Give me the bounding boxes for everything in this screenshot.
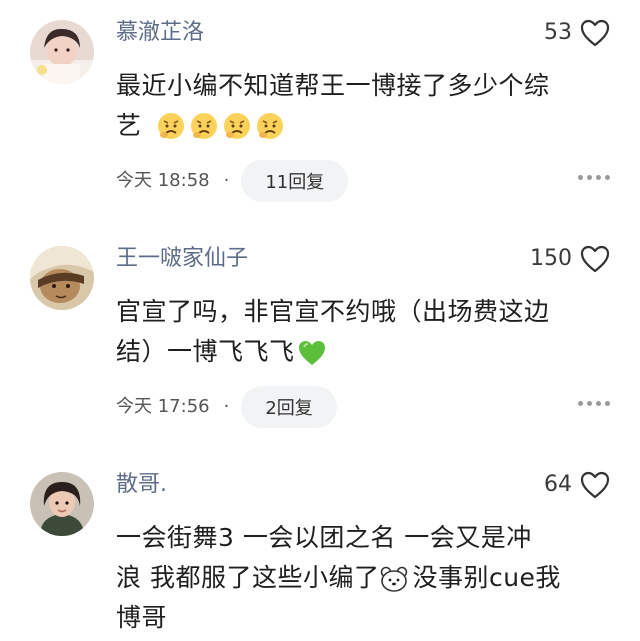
reply-button[interactable]: 2回复: [241, 386, 337, 428]
comment-meta: 今天 17:56 · 2回复: [116, 386, 337, 428]
comment-meta: 今天 18:58 · 11回复: [116, 160, 349, 202]
heart-icon: [580, 245, 610, 273]
worried-face-icon: [256, 113, 283, 139]
username[interactable]: 散哥.: [116, 470, 167, 500]
comment-text: 官宣了吗，非官宣不约哦（出场费这边 结）一博飞飞飞: [116, 292, 616, 372]
emoji-group: [156, 111, 288, 140]
worried-face-icon: [190, 113, 217, 139]
dot-icon: [596, 400, 601, 406]
timestamp: 今天 17:56: [116, 396, 210, 417]
green-heart-icon: [298, 341, 325, 365]
comment-text: 一会街舞3 一会以团之名 一会又是冲 浪 我都服了这些小编了 没事别cue我 博哥: [116, 518, 616, 638]
like-button[interactable]: 53: [544, 18, 610, 48]
dot-icon: [587, 174, 592, 180]
heart-icon: [580, 19, 610, 47]
comment-line: 一会街舞3 一会以团之名 一会又是冲: [116, 523, 532, 552]
comment-line: 最近小编不知道帮王一博接了多少个综: [116, 71, 550, 100]
more-options-button[interactable]: [578, 398, 610, 408]
like-button[interactable]: 64: [544, 470, 610, 500]
avatar[interactable]: [30, 472, 94, 536]
comment-item: 散哥. 64 一会街舞3 一会以团之名 一会又是冲 浪 我都服了这些小编了 没事别…: [0, 452, 640, 641]
avatar[interactable]: [30, 246, 94, 310]
reply-button[interactable]: 11回复: [241, 160, 349, 202]
heart-icon: [580, 471, 610, 499]
comment-text: 最近小编不知道帮王一博接了多少个综 艺: [116, 66, 616, 146]
bear-face-icon: [381, 566, 408, 592]
more-options-button[interactable]: [578, 172, 610, 182]
worried-face-icon: [157, 113, 184, 139]
like-button[interactable]: 150: [530, 244, 610, 274]
username[interactable]: 慕澈芷洛: [116, 18, 204, 48]
comment-line: 官宣了吗，非官宣不约哦（出场费这边: [116, 297, 550, 326]
avatar[interactable]: [30, 20, 94, 84]
comment-line: 博哥: [116, 603, 168, 632]
username[interactable]: 王一啵家仙子: [116, 244, 248, 274]
comment-line: 艺: [116, 111, 142, 140]
dot-icon: [605, 400, 610, 406]
worried-face-icon: [223, 113, 250, 139]
like-count: 150: [530, 246, 572, 271]
comment-item: 慕澈芷洛 53 最近小编不知道帮王一博接了多少个综 艺 今天 18:58 · 1…: [0, 0, 640, 220]
comment-line: 没事别cue我: [412, 563, 561, 592]
dot-icon: [605, 174, 610, 180]
dot-icon: [578, 174, 583, 180]
comment-line: 浪 我都服了这些小编了: [116, 563, 380, 592]
like-count: 64: [544, 472, 572, 497]
dot-icon: [587, 400, 592, 406]
comment-item: 王一啵家仙子 150 官宣了吗，非官宣不约哦（出场费这边 结）一博飞飞飞 今天 …: [0, 226, 640, 446]
dot-icon: [578, 400, 583, 406]
timestamp: 今天 18:58: [116, 170, 210, 191]
dot-icon: [596, 174, 601, 180]
like-count: 53: [544, 20, 572, 45]
comment-line: 结）一博飞飞飞: [116, 337, 295, 366]
separator-dot: ·: [223, 170, 230, 191]
separator-dot: ·: [223, 396, 230, 417]
